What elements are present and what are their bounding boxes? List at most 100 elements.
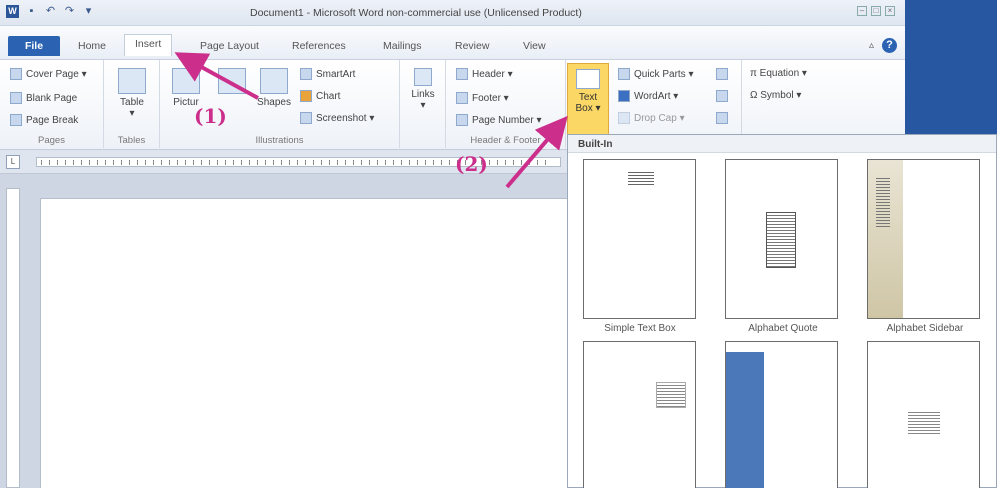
ruler-tick <box>497 160 498 165</box>
gallery-caption: Simple Text Box <box>604 323 676 334</box>
ruler-tick <box>57 160 58 165</box>
ruler-tick <box>529 160 530 165</box>
text-box-gallery: Built-In Simple Text Box Alphabet Quote … <box>567 134 997 488</box>
ruler-tick <box>241 160 242 165</box>
redo-icon[interactable]: ↷ <box>63 5 76 18</box>
gallery-item-5[interactable] <box>725 341 838 488</box>
symbol-button[interactable]: Ω Symbol ▾ <box>750 90 801 101</box>
chart-label: Chart <box>316 90 341 102</box>
tab-home[interactable]: Home <box>78 40 106 52</box>
ruler-tick <box>489 160 490 165</box>
page-break-button[interactable]: Page Break <box>10 114 78 126</box>
quick-parts-label: Quick Parts ▾ <box>634 68 694 80</box>
tab-review[interactable]: Review <box>455 40 489 52</box>
ruler-tick <box>113 160 114 165</box>
text-box-button[interactable]: Text Box ▾ <box>567 63 609 135</box>
links-label: Links <box>411 89 435 100</box>
tab-view[interactable]: View <box>523 40 546 52</box>
blank-page-label: Blank Page <box>26 92 78 104</box>
sidebar-text-icon <box>876 178 890 228</box>
header-button[interactable]: Header ▾ <box>456 68 513 80</box>
smartart-button[interactable]: SmartArt <box>300 68 355 80</box>
wordart-icon <box>618 90 630 102</box>
drop-cap-button[interactable]: Drop Cap ▾ <box>618 112 685 124</box>
shapes-button[interactable]: Shapes <box>254 68 294 108</box>
background-panel <box>905 0 997 150</box>
gallery-item-6[interactable] <box>867 341 980 488</box>
quick-parts-icon <box>618 68 630 80</box>
ruler-tick <box>513 160 514 165</box>
signature-line-button[interactable] <box>716 68 728 80</box>
object-button[interactable] <box>716 112 728 124</box>
group-pages: Cover Page ▾ Blank Page Page Break Pages <box>0 60 104 148</box>
tab-selector-icon[interactable]: L <box>6 155 20 169</box>
ruler-tick <box>361 160 362 165</box>
chart-button[interactable]: Chart <box>300 90 340 102</box>
tab-references[interactable]: References <box>292 40 346 52</box>
cover-page-button[interactable]: Cover Page ▾ <box>10 68 87 80</box>
ruler-tick <box>169 160 170 165</box>
table-button[interactable]: Table ▾ <box>112 68 152 119</box>
ruler-tick <box>377 160 378 165</box>
close-icon[interactable]: × <box>885 6 895 16</box>
footer-button[interactable]: Footer ▾ <box>456 92 509 104</box>
text-box-label-2: Box ▾ <box>575 103 601 114</box>
ruler-tick <box>289 160 290 165</box>
table-label: Table <box>120 97 144 108</box>
ruler-tick <box>273 160 274 165</box>
equation-button[interactable]: π Equation ▾ <box>750 68 807 79</box>
save-icon[interactable]: ▪ <box>25 5 38 18</box>
word-logo-icon: W <box>6 5 19 18</box>
customize-qat-icon[interactable]: ▾ <box>82 5 95 18</box>
undo-icon[interactable]: ↶ <box>44 5 57 18</box>
links-button[interactable]: Links ▾ <box>403 68 443 111</box>
date-time-button[interactable] <box>716 90 728 102</box>
ruler-tick <box>65 160 66 165</box>
wordart-label: WordArt ▾ <box>634 90 679 102</box>
ruler-tick <box>225 160 226 165</box>
ruler-tick <box>193 160 194 165</box>
page-break-icon <box>10 114 22 126</box>
ruler-tick <box>153 160 154 165</box>
document-workspace <box>0 174 567 488</box>
text-lines-icon <box>628 172 654 186</box>
tab-page-layout[interactable]: Page Layout <box>200 40 259 52</box>
wordart-button[interactable]: WordArt ▾ <box>618 90 678 102</box>
vertical-ruler[interactable] <box>6 188 20 488</box>
text-block-icon <box>656 382 686 408</box>
blank-page-button[interactable]: Blank Page <box>10 92 77 104</box>
tab-file[interactable]: File <box>8 36 60 56</box>
collapse-ribbon-icon[interactable]: ▵ <box>869 40 874 51</box>
gallery-item-alphabet-quote[interactable] <box>725 159 838 319</box>
window-title: Document1 - Microsoft Word non-commercia… <box>250 7 582 19</box>
gallery-item-alphabet-sidebar[interactable] <box>867 159 980 319</box>
page-number-button[interactable]: Page Number ▾ <box>456 114 542 126</box>
gallery-item-simple-text-box[interactable] <box>583 159 696 319</box>
ruler-tick <box>49 160 50 165</box>
signature-line-icon <box>716 68 728 80</box>
ruler-tick <box>385 160 386 165</box>
quick-parts-button[interactable]: Quick Parts ▾ <box>618 68 693 80</box>
footer-icon <box>456 92 468 104</box>
picture-button[interactable]: Pictur <box>166 68 206 108</box>
window-controls: – □ × <box>857 6 895 16</box>
ruler-tick <box>185 160 186 165</box>
ruler-tick <box>145 160 146 165</box>
tab-mailings[interactable]: Mailings <box>383 40 422 52</box>
clip-art-button[interactable] <box>212 68 252 97</box>
screenshot-button[interactable]: Screenshot ▾ <box>300 112 374 124</box>
minimize-icon[interactable]: – <box>857 6 867 16</box>
gallery-item-4[interactable] <box>583 341 696 488</box>
maximize-icon[interactable]: □ <box>871 6 881 16</box>
tab-insert[interactable]: Insert <box>124 34 173 56</box>
document-page[interactable] <box>40 198 567 488</box>
title-bar: W ▪ ↶ ↷ ▾ Document1 - Microsoft Word non… <box>0 0 905 26</box>
ruler-tick <box>433 160 434 165</box>
help-icon[interactable]: ? <box>882 38 897 53</box>
ruler-tick <box>105 160 106 165</box>
gallery-caption: Alphabet Quote <box>748 323 818 334</box>
ruler-tick <box>425 160 426 165</box>
ruler-tick <box>297 160 298 165</box>
ruler-tick <box>177 160 178 165</box>
header-label: Header ▾ <box>472 68 513 80</box>
